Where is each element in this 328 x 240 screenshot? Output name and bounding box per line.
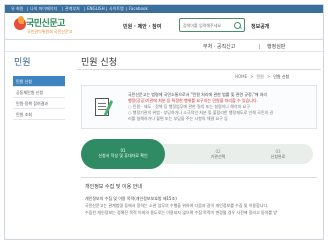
- sidebar-menu: 민원 신청 공동체민원 신청 민원·정책 참여결과 민원 조회: [13, 76, 65, 120]
- sidebar-item-lookup[interactable]: 민원 조회: [13, 109, 65, 120]
- title-divider: [77, 69, 321, 70]
- privacy-line: 국민신문고는 관계법령 등에서 정하는 소관 업무의 수행을 위하여 다음과 같…: [85, 203, 269, 208]
- page-title: 민원 신청: [81, 58, 117, 68]
- step-label: 신청서 작성 및 휴대자료 확인: [98, 153, 148, 158]
- step-label: 신청완료: [270, 154, 286, 159]
- util-separator: [106, 7, 107, 11]
- step-label: 기관선택: [210, 154, 226, 159]
- sidebar-title: 민원: [14, 58, 31, 68]
- browser-page: 유 회원 나의 마이페이지 관계부처 ENGLISH 사이트맵 Facebook…: [4, 4, 324, 240]
- util-login-link[interactable]: 유 회원: [11, 6, 23, 12]
- util-separator: [62, 7, 63, 11]
- nav-gov-report[interactable]: 부처 · 공직신고: [203, 43, 235, 50]
- privacy-section-body: 개인정보의 수집 및 이용 목적(개인정보보호법 제15조) 국민신문고는 관계…: [85, 195, 313, 216]
- privacy-line: 개인정보의 수집 및 이용 목적(개인정보보호법 제15조): [85, 196, 177, 201]
- gnb-civil-menu[interactable]: 민원 · 제안 · 참여: [123, 23, 161, 30]
- sidebar-item-apply[interactable]: 민원 신청: [13, 76, 65, 87]
- site-logo[interactable]: 국민신문고 국민권익위원회 국민신문고: [14, 16, 76, 38]
- util-facebook-link[interactable]: Facebook: [129, 6, 148, 12]
- progress-steps: 01 신청서 작성 및 휴대자료 확인 02 기관선택 03 신청완료: [81, 139, 317, 169]
- notice-bullet: 리를 침해하거나 불편 또는 부담을 주는 사항의 해결 요구 등: [128, 116, 228, 121]
- notice-text: 국민신문고는 법령에 국민소통으로서 "민원 처리에 관한 법률 및 관련 규정…: [128, 92, 314, 122]
- breadcrumb-home[interactable]: HOME: [235, 74, 247, 79]
- privacy-section-title: 개인정보 수집 및 이용 안내: [85, 184, 142, 190]
- nav-admin-appeal[interactable]: 행정심판: [267, 43, 285, 50]
- breadcrumb: HOME > 민원 > 민원 신청: [235, 73, 289, 80]
- breadcrumb-separator: >: [250, 74, 254, 79]
- util-agencies-link[interactable]: 관계부처: [65, 6, 80, 12]
- util-english-link[interactable]: ENGLISH: [87, 6, 105, 12]
- breadcrumb-civil[interactable]: 민원: [257, 74, 264, 80]
- breadcrumb-current: 민원 신청: [273, 73, 290, 79]
- util-mypage-link[interactable]: 나의 마이페이지: [30, 6, 57, 12]
- main-content: 민원 신청 HOME > 민원 > 민원 신청 국민신문고는 법령에 국민소통으…: [77, 53, 321, 239]
- utility-bar: 유 회원 나의 마이페이지 관계부처 ENGLISH 사이트맵 Facebook: [5, 5, 323, 13]
- search-icon[interactable]: [233, 21, 242, 30]
- gnb-info-menu[interactable]: 정보공개: [251, 23, 269, 30]
- search-input[interactable]: [183, 21, 233, 30]
- util-separator: [84, 7, 85, 11]
- logo-text: 국민신문고: [26, 19, 65, 29]
- sidebar: 민원 민원 신청 공동체민원 신청 민원·정책 참여결과 민원 조회: [13, 53, 65, 239]
- logo-flower-icon: [14, 16, 26, 30]
- step-3: 03 신청완료: [253, 139, 303, 169]
- sidebar-item-policy-results[interactable]: 민원·정책 참여결과: [13, 98, 65, 109]
- document-pen-icon: [92, 96, 120, 120]
- breadcrumb-separator: >: [266, 74, 271, 79]
- search-box: [179, 18, 245, 32]
- nav-separator: [259, 44, 260, 49]
- secondary-nav: 부처 · 공직신고 행정심판: [5, 40, 323, 52]
- notice-box: 국민신문고는 법령에 국민소통으로서 "민원 처리에 관한 법률 및 관련 규정…: [81, 85, 317, 129]
- step-1-active: 01 신청서 작성 및 휴대자료 확인: [81, 139, 165, 169]
- privacy-line: 수집된 개인정보는 정해진 목적 이외의 용도로는 이용되지 않으며 수집 목적…: [85, 210, 278, 215]
- site-header: 국민신문고 국민권익위원회 국민신문고 민원 · 제안 · 참여 정보공개: [5, 13, 323, 40]
- util-separator: [126, 7, 127, 11]
- sidebar-item-community-apply[interactable]: 공동체민원 신청: [13, 87, 65, 98]
- section-divider: [81, 177, 317, 178]
- util-separator: [27, 7, 28, 11]
- step-2: 02 기관선택: [193, 139, 243, 169]
- logo-subtitle: 국민권익위원회 국민신문고: [27, 29, 73, 34]
- util-sitemap-link[interactable]: 사이트맵: [109, 6, 124, 12]
